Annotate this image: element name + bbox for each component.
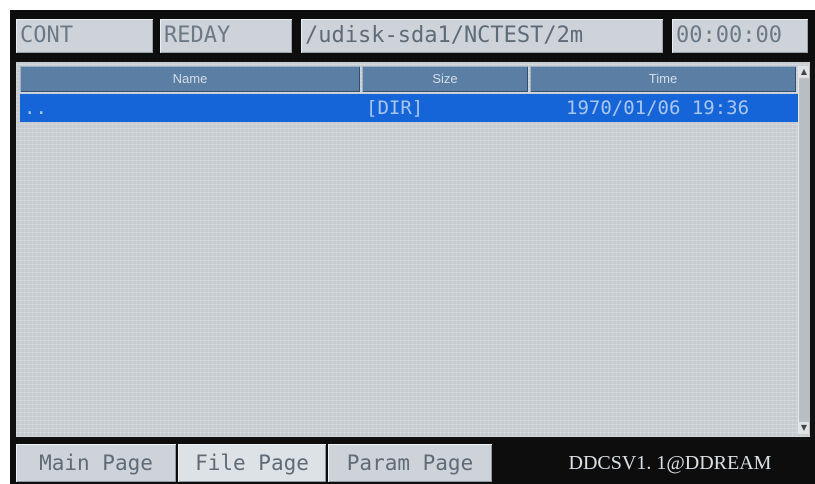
tab-param-page[interactable]: Param Page <box>328 444 492 482</box>
state-indicator: REDAY <box>160 19 292 53</box>
column-header-name[interactable]: Name <box>20 66 360 92</box>
scroll-up-arrow-icon[interactable]: ▲ <box>799 66 809 78</box>
current-path: /udisk-sda1/NCTEST/2m <box>301 19 663 53</box>
file-name: .. <box>24 97 47 119</box>
status-bar: CONT REDAY /udisk-sda1/NCTEST/2m 00:00:0… <box>10 10 815 60</box>
tab-file-page[interactable]: File Page <box>178 444 326 482</box>
file-list-panel: Name Size Time .. [DIR] 1970/01/06 19:36… <box>16 62 810 437</box>
column-header-time[interactable]: Time <box>530 66 796 92</box>
brand-label: DDCSV1. 1@DDREAM <box>568 452 772 474</box>
device-screen: CONT REDAY /udisk-sda1/NCTEST/2m 00:00:0… <box>10 10 815 484</box>
mode-indicator: CONT <box>16 19 153 53</box>
page-tab-bar: Main Page File Page Param Page DDCSV1. 1… <box>10 440 815 484</box>
scroll-down-arrow-icon[interactable]: ▼ <box>799 422 809 434</box>
file-time: 1970/01/06 19:36 <box>566 97 750 119</box>
vertical-scrollbar[interactable]: ▲ ▼ <box>798 66 810 434</box>
run-timer: 00:00:00 <box>672 19 808 53</box>
file-size: [DIR] <box>366 97 424 119</box>
table-header: Name Size Time <box>16 66 796 92</box>
column-header-size[interactable]: Size <box>362 66 528 92</box>
tab-main-page[interactable]: Main Page <box>16 444 176 482</box>
table-row-selected[interactable]: .. [DIR] 1970/01/06 19:36 <box>20 94 804 122</box>
